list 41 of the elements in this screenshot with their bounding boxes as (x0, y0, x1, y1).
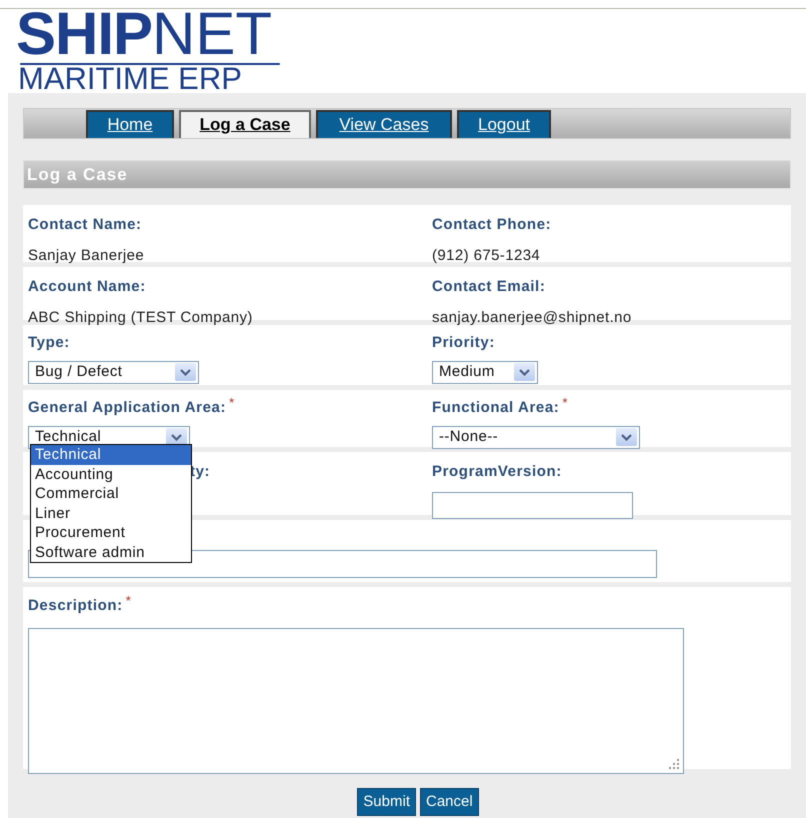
field-label: Contact Name: (28, 215, 143, 235)
form-button[interactable]: Cancel (420, 788, 479, 816)
required-marker: * (126, 595, 131, 607)
dropdown-option[interactable]: Technical (31, 445, 191, 464)
chevron-down-icon (175, 363, 196, 381)
dropdown-option[interactable]: Liner (31, 504, 191, 523)
brand-name: SHIP (16, 9, 152, 59)
input-field[interactable] (432, 492, 633, 518)
form-button[interactable]: Submit (357, 788, 416, 816)
field-label: Priority: (432, 333, 496, 353)
field-value: sanjay.banerjee@shipnet.no (432, 308, 633, 328)
field-label: Contact Email: (432, 277, 546, 297)
select-field[interactable]: Bug / Defect (28, 360, 199, 384)
nav-tab[interactable]: Logout (457, 110, 551, 138)
field-label: Contact Phone: (432, 215, 552, 235)
section-header: Log a Case (23, 160, 791, 189)
field-label: Type: (28, 333, 71, 353)
field-value: Sanjay Banerjee (28, 246, 146, 266)
dropdown-option[interactable]: Software admin (31, 542, 191, 562)
required-marker: * (562, 397, 568, 409)
required-marker: * (229, 397, 234, 409)
chevron-down-icon (616, 428, 637, 446)
brand-name: NET (152, 9, 272, 59)
brand-tagline: MARITIME ERP (18, 65, 243, 93)
nav-tab[interactable]: Home (86, 110, 174, 138)
select-field[interactable]: --None-- (432, 426, 640, 448)
field-label: Account Name: (28, 277, 147, 297)
chevron-down-icon (514, 363, 535, 381)
field-label: Functional Area: (432, 398, 560, 418)
field-label: ProgramVersion: (432, 462, 563, 482)
dropdown-option[interactable]: Accounting (31, 464, 191, 484)
field-value: ABC Shipping (TEST Company) (28, 308, 254, 328)
select-field[interactable]: Medium (432, 360, 538, 384)
nav-tab[interactable]: View Cases (316, 110, 452, 138)
field-label: Description: (28, 596, 123, 616)
nav-tab[interactable]: Log a Case (179, 110, 311, 138)
dropdown-option[interactable]: Commercial (31, 484, 191, 504)
field-label: General Application Area: (28, 398, 226, 418)
field-value: (912) 675-1234 (432, 246, 542, 266)
resize-grip-icon (669, 758, 680, 770)
dropdown-option[interactable]: Procurement (31, 523, 191, 542)
